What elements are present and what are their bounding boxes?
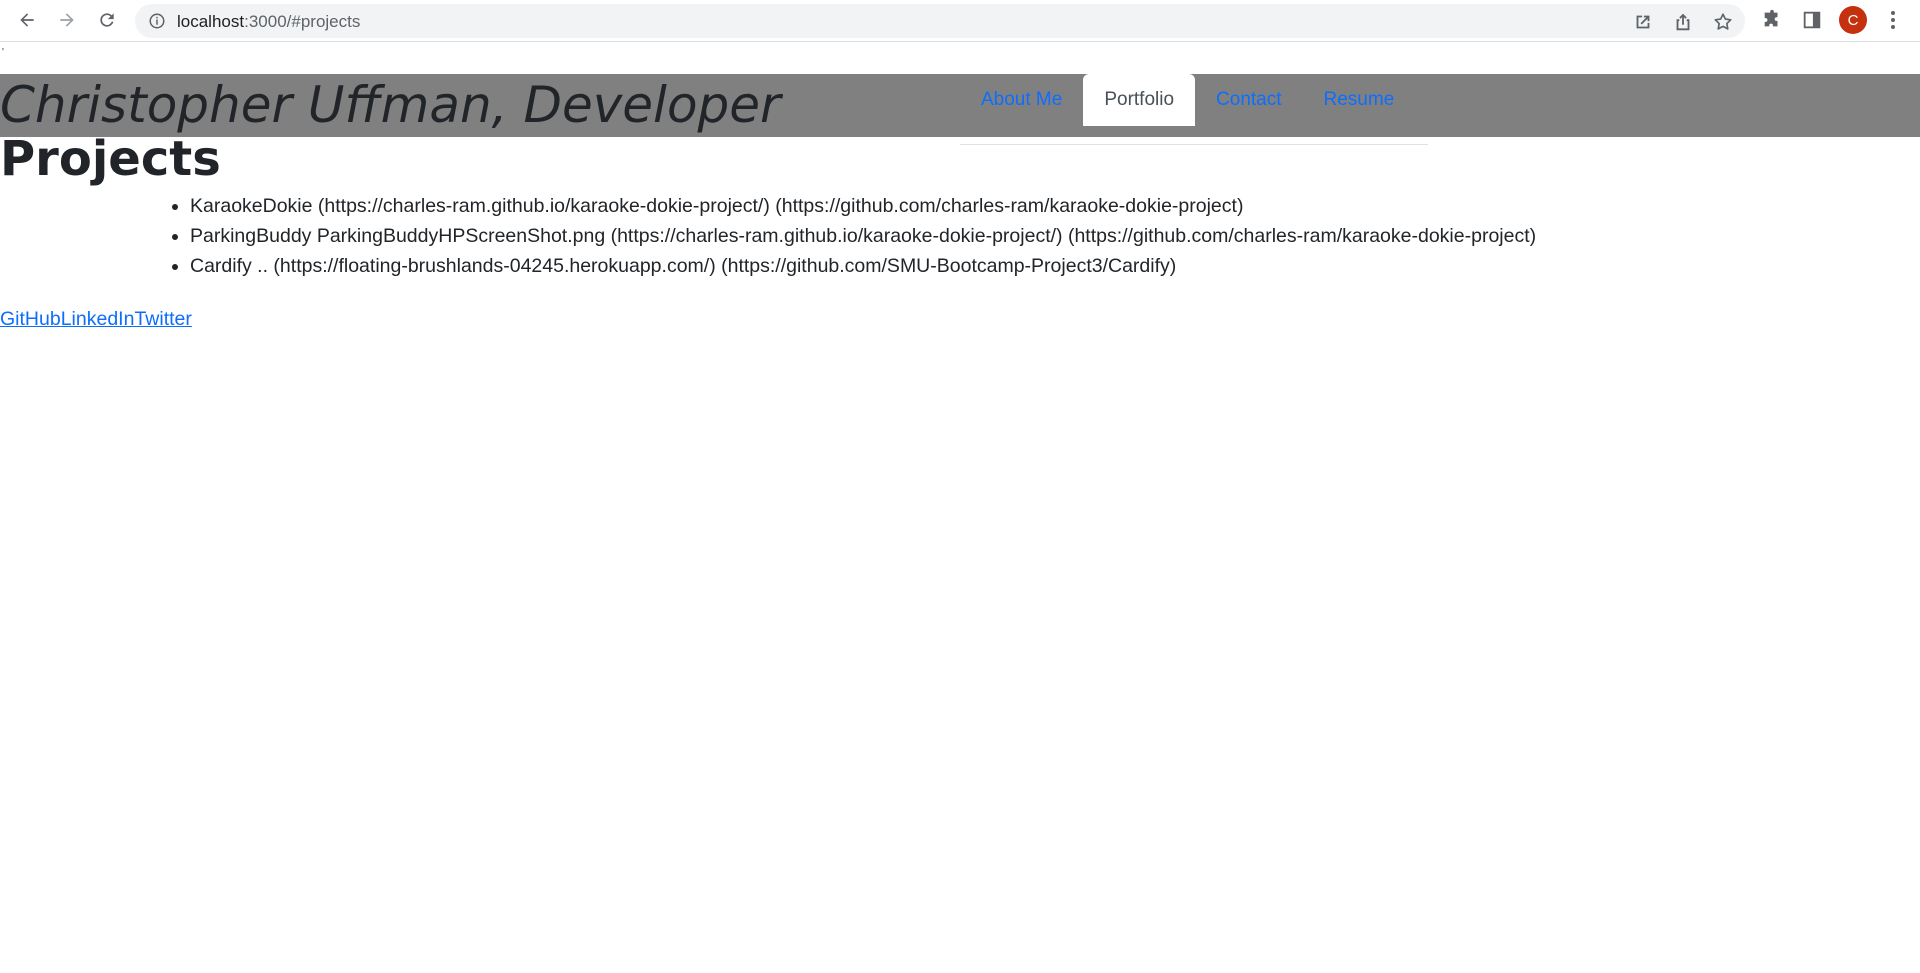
back-icon[interactable] [13,6,41,34]
github-link[interactable]: GitHub [0,308,61,330]
nav-tabs: About Me Portfolio Contact Resume [960,74,1428,145]
open-in-app-icon[interactable] [1632,11,1654,33]
page-content: ' Christopher Uffman, Developer About Me… [0,43,1920,973]
address-bar[interactable]: localhost:3000/#projects [135,4,1745,38]
tab-portfolio[interactable]: Portfolio [1083,74,1196,126]
url-path: :3000/#projects [244,12,361,31]
avatar-initial: C [1847,11,1859,29]
url-text[interactable]: localhost:3000/#projects [177,12,360,32]
twitter-link[interactable]: Twitter [134,308,191,330]
reload-icon[interactable] [93,6,121,34]
project-list: KaraokeDokie (https://charles-ram.github… [162,191,1536,281]
project-item-cardify: Cardify .. (https://floating-brushlands-… [190,251,1536,281]
url-host: localhost [177,12,245,31]
extensions-icon[interactable] [1761,9,1783,31]
forward-icon[interactable] [53,6,81,34]
menu-dots-icon[interactable] [1884,8,1902,32]
project-item-parkingbuddy: ParkingBuddy ParkingBuddyHPScreenShot.pn… [190,221,1536,251]
bookmark-star-icon[interactable] [1712,11,1734,33]
stray-character: ' [2,47,4,58]
site-title: Christopher Uffman, Developer [0,76,781,134]
tab-about-me[interactable]: About Me [960,74,1083,126]
info-icon[interactable] [148,12,166,30]
social-links: GitHubLinkedInTwitter [0,308,192,331]
browser-toolbar: localhost:3000/#projects C [0,0,1920,42]
share-icon[interactable] [1672,11,1694,33]
profile-avatar[interactable]: C [1839,6,1867,34]
tab-contact[interactable]: Contact [1195,74,1302,126]
project-item-karaokedokie: KaraokeDokie (https://charles-ram.github… [190,191,1536,221]
section-heading: Projects [0,131,221,187]
tab-resume[interactable]: Resume [1303,74,1416,126]
side-panel-icon[interactable] [1801,9,1823,31]
linkedin-link[interactable]: LinkedIn [61,308,135,330]
